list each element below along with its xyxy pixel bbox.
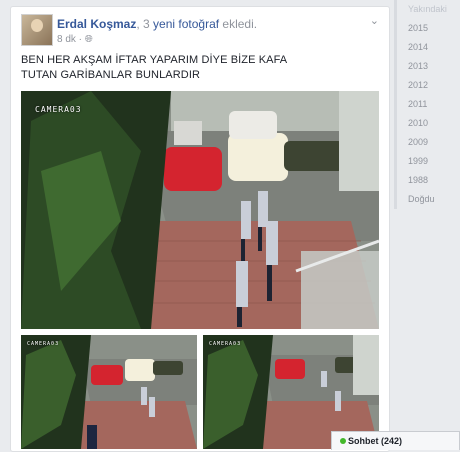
timeline-year-item[interactable]: 2009: [394, 133, 460, 152]
timeline-year-item[interactable]: 1988: [394, 171, 460, 190]
camera-label: CAMERA03: [209, 341, 242, 347]
photos-link[interactable]: yeni fotoğraf: [150, 17, 219, 31]
timeline-year-item[interactable]: 2014: [394, 38, 460, 57]
chevron-down-icon[interactable]: ⌄: [370, 14, 379, 27]
timeline-year-item[interactable]: Doğdu: [394, 190, 460, 209]
post-header: Erdal Koşmaz, 3 yeni fotoğraf ekledi.: [57, 17, 257, 31]
timeline-year-nav: Yakındaki 2015 2014 2013 2012 2011 2010 …: [394, 0, 460, 450]
timeline-year-item[interactable]: 2015: [394, 19, 460, 38]
author-avatar[interactable]: [21, 14, 53, 46]
cctv-scene-thumb: [21, 335, 197, 449]
timeline-year-item[interactable]: 2012: [394, 76, 460, 95]
post-action-prefix: , 3: [136, 17, 150, 31]
chat-tab[interactable]: Sohbet (242): [331, 431, 460, 450]
camera-label: CAMERA03: [27, 341, 60, 347]
photo-thumbnail-1[interactable]: CAMERA03: [21, 335, 197, 449]
globe-icon: 🌐︎: [84, 34, 93, 45]
post-action-suffix: ekledi.: [219, 17, 258, 31]
post-meta: 8 dk · 🌐︎: [57, 34, 93, 45]
timeline-year-item[interactable]: 1999: [394, 152, 460, 171]
post-timestamp[interactable]: 8 dk ·: [57, 34, 85, 45]
author-name-link[interactable]: Erdal Koşmaz: [57, 17, 136, 31]
cctv-scene: [21, 91, 379, 329]
online-status-icon: [340, 438, 346, 444]
camera-label: CAMERA03: [35, 105, 82, 114]
post-text: BEN HER AKŞAM İFTAR YAPARIM DİYE BİZE KA…: [21, 54, 287, 81]
timeline-year-item[interactable]: 2013: [394, 57, 460, 76]
chat-label: Sohbet (242): [348, 436, 403, 446]
timeline-year-item[interactable]: Yakındaki: [394, 0, 460, 19]
photo-main[interactable]: CAMERA03: [21, 91, 379, 329]
post-card: Erdal Koşmaz, 3 yeni fotoğraf ekledi. 8 …: [10, 6, 390, 452]
timeline-year-item[interactable]: 2011: [394, 95, 460, 114]
timeline-year-item[interactable]: 2010: [394, 114, 460, 133]
